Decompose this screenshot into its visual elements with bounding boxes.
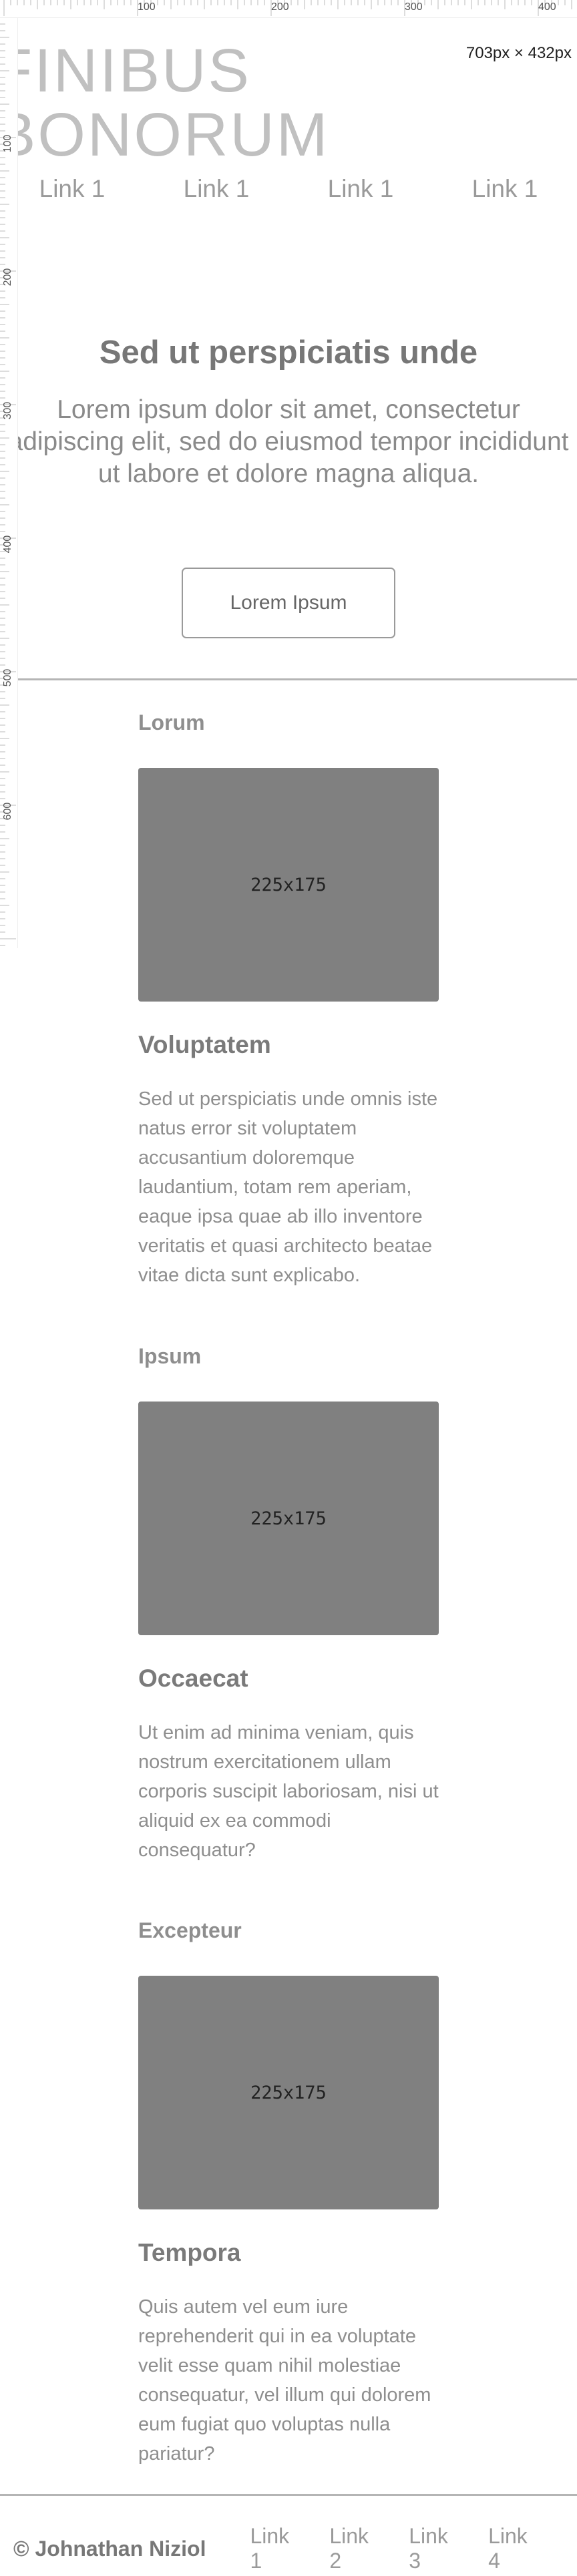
hero-text-line-1: Lorem ipsum dolor sit amet, consectetur [57,395,520,424]
site-footer: © Johnathan Niziol Link 1 Link 2 Link 3 … [13,2524,568,2573]
ruler-label-left-400: 400 [2,535,13,554]
article-label: Ipsum [138,1344,202,1368]
ruler-label-300: 300 [405,1,423,13]
nav-link-2[interactable]: Link 1 [144,175,288,203]
article-heading: Tempora [138,2239,241,2266]
article-heading: Occaecat [138,1665,248,1692]
article-ipsum: Ipsum 225x175 Occaecat Ut enim ad minima… [138,1344,439,1861]
ruler-label-left-500: 500 [2,668,13,687]
ruler-label-400: 400 [538,1,556,13]
footer-link-3[interactable]: Link 3 [409,2524,461,2573]
footer-link-2[interactable]: Link 2 [329,2524,382,2573]
copyright-text: © Johnathan Niziol [13,2536,206,2561]
footer-link-4[interactable]: Link 4 [488,2524,541,2573]
hero-text-line-2: adipiscing elit, sed do eiusmod tempor i… [8,427,569,456]
ruler-label-left-100: 100 [2,134,13,153]
image-size-label: 225x175 [250,874,327,895]
ruler-label-200: 200 [271,1,289,13]
section-divider [0,678,577,680]
image-size-label: 225x175 [250,2082,327,2103]
footer-link-1[interactable]: Link 1 [250,2524,303,2573]
ruler-label-left-600: 600 [2,802,13,821]
nav-link-1[interactable]: Link 1 [0,175,144,203]
image-placeholder: 225x175 [138,768,439,1002]
image-placeholder: 225x175 [138,1976,439,2209]
hero-text-line-3: ut labore et dolore magna aliqua. [98,459,479,488]
top-ruler: 100 200 300 400 [0,0,577,18]
image-size-label: 225x175 [250,1508,327,1529]
nav-link-3[interactable]: Link 1 [288,175,433,203]
viewport-size-readout: 703px × 432px [465,44,572,62]
article-body: Ut enim ad minima veniam, quis nostrum e… [138,1722,439,1861]
article-lorum: Lorum 225x175 Voluptatem Sed ut perspici… [138,710,439,1286]
ruler-label-left-200: 200 [2,268,13,286]
ruler-label-100: 100 [138,1,156,13]
article-label: Excepteur [138,1918,242,1942]
nav-link-4[interactable]: Link 1 [433,175,577,203]
article-body: Quis autem vel eum iure reprehenderit qu… [138,2296,431,2464]
site-title-line-2: BONORUM [0,101,330,169]
site-title: FINIBUS BONORUM [0,39,329,167]
article-heading: Voluptatem [138,1031,271,1058]
article-body: Sed ut perspiciatis unde omnis iste natu… [138,1088,438,1286]
article-label: Lorum [138,710,205,734]
main-nav: Link 1 Link 1 Link 1 Link 1 [0,175,577,203]
footer-divider [0,2494,577,2496]
hero-cta-button[interactable]: Lorem Ipsum [182,568,395,638]
image-placeholder: 225x175 [138,1402,439,1635]
site-title-line-1: FINIBUS [0,37,251,105]
article-excepteur: Excepteur 225x175 Tempora Quis autem vel… [138,1918,439,2464]
hero-text: Lorem ipsum dolor sit amet, consectetur a… [0,394,577,490]
hero-title: Sed ut perspiciatis unde [99,335,478,371]
ruler-label-left-300: 300 [2,401,13,420]
left-ruler: 100 200 300 400 500 600 [0,0,18,948]
